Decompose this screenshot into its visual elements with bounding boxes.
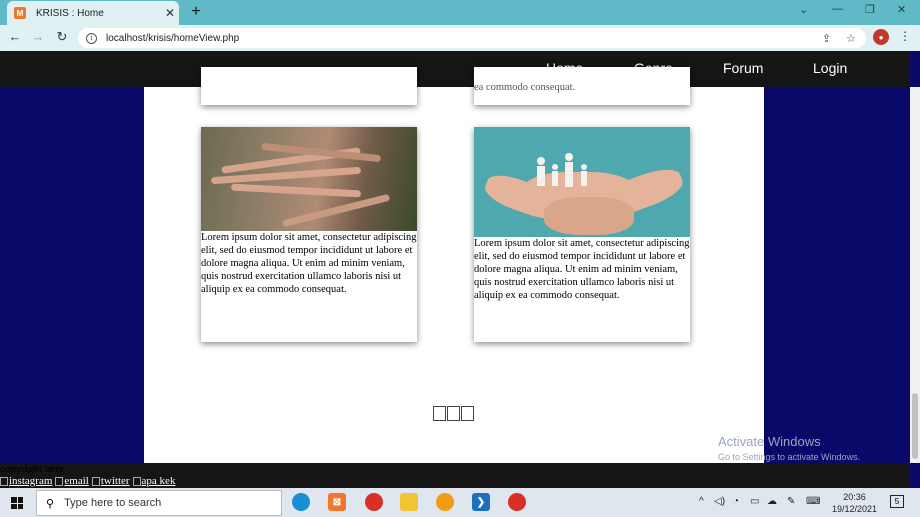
vscode-icon[interactable]: ❯	[472, 493, 490, 511]
card-image-hands[interactable]	[201, 127, 417, 231]
article-card[interactable]: Lorem ipsum dolor sit amet, consectetur …	[474, 127, 690, 342]
card-text: ea commodo consequat.	[474, 82, 576, 93]
broken-image-icon	[132, 476, 141, 486]
browser-toolbar: ← → ↻ i localhost/krisis/homeView.php ⇪ …	[0, 25, 920, 51]
pagination	[433, 406, 474, 421]
taskbar-clock[interactable]: 20:36 19/12/2021	[832, 491, 877, 515]
browser-menu-icon[interactable]: ⋮	[899, 29, 911, 43]
page-button[interactable]	[447, 406, 460, 421]
xampp-icon[interactable]: ⊠	[328, 493, 346, 511]
reload-icon[interactable]: ↻	[53, 29, 71, 45]
apa-kek-link[interactable]: apa kek	[132, 475, 175, 487]
site-footer: copyright here instagram email twitter a…	[0, 463, 910, 488]
restore-icon[interactable]: ❐	[865, 3, 875, 16]
site-navbar: Home Genre Forum Login	[0, 51, 910, 87]
browser-tab-strip: M KRISIS : Home ✕ + ⌄ — ❐ ✕	[0, 0, 920, 25]
bookmark-star-icon[interactable]: ☆	[846, 32, 856, 45]
copyright-text: copyright here	[0, 463, 64, 475]
forward-icon[interactable]: →	[29, 29, 47, 44]
onedrive-icon[interactable]: ☁	[767, 496, 777, 507]
article-card[interactable]	[201, 67, 417, 105]
windows-taskbar: ⚲ Type here to search ⊠ ❯ ^ ◁) ◔ ▭ ☁ ✎ ⌨…	[0, 488, 920, 517]
minimize-icon[interactable]: —	[832, 3, 843, 15]
keyboard-icon[interactable]: ⌨	[806, 496, 820, 507]
close-window-icon[interactable]: ✕	[897, 3, 906, 16]
watermark-title: Activate Windows	[718, 434, 821, 449]
taskbar-search-box[interactable]: ⚲ Type here to search	[36, 490, 282, 516]
tab-search-icon[interactable]: ⌄	[799, 3, 808, 16]
paper-family-icon	[537, 153, 587, 187]
xampp-favicon-icon: M	[14, 7, 26, 19]
article-card[interactable]: Lorem ipsum dolor sit amet, consectetur …	[201, 127, 417, 342]
activate-windows-watermark: Activate Windows Go to Settings to activ…	[718, 434, 860, 462]
clock-date: 19/12/2021	[832, 504, 878, 514]
card-text: Lorem ipsum dolor sit amet, consectetur …	[201, 232, 417, 295]
nav-login-link[interactable]: Login	[813, 60, 847, 76]
card-image-family[interactable]	[474, 127, 690, 237]
file-explorer-icon[interactable]	[400, 493, 418, 511]
battery-icon[interactable]: ▭	[750, 496, 759, 507]
nav-forum-link[interactable]: Forum	[723, 60, 763, 76]
site-info-icon[interactable]: i	[86, 32, 97, 44]
chrome-profile-icon[interactable]	[365, 493, 383, 511]
notification-center-icon[interactable]: 5	[890, 495, 904, 508]
pen-icon[interactable]: ✎	[787, 496, 795, 507]
search-placeholder: Type here to search	[64, 497, 162, 509]
page-viewport: Home Genre Forum Login ea commodo conseq…	[0, 51, 920, 488]
article-card[interactable]: ea commodo consequat.	[474, 67, 690, 105]
scrollbar-thumb[interactable]	[912, 393, 918, 459]
windows-start-icon[interactable]	[11, 497, 23, 509]
volume-icon[interactable]: ◁)	[714, 496, 725, 507]
instagram-link[interactable]: instagram	[0, 475, 52, 487]
address-bar[interactable]: i localhost/krisis/homeView.php ⇪ ☆	[78, 28, 866, 48]
wifi-icon[interactable]: ◔	[733, 496, 739, 507]
url-text[interactable]: localhost/krisis/homeView.php	[106, 33, 239, 44]
page-button[interactable]	[433, 406, 446, 421]
watermark-subtitle: Go to Settings to activate Windows.	[718, 452, 861, 462]
broken-image-icon	[91, 476, 100, 486]
page-button[interactable]	[461, 406, 474, 421]
back-icon[interactable]: ←	[6, 29, 24, 44]
tab-close-icon[interactable]: ✕	[161, 6, 179, 20]
card-text: Lorem ipsum dolor sit amet, consectetur …	[474, 238, 690, 301]
social-links: instagram email twitter apa kek	[0, 475, 175, 487]
page-scrollbar[interactable]	[910, 87, 920, 463]
share-icon[interactable]: ⇪	[822, 32, 831, 45]
email-link[interactable]: email	[55, 475, 89, 487]
edge-icon[interactable]	[292, 493, 310, 511]
search-icon: ⚲	[46, 497, 55, 510]
new-tab-button[interactable]: +	[188, 3, 204, 21]
broken-image-icon	[55, 476, 64, 486]
browser-tab[interactable]: M KRISIS : Home ✕	[7, 1, 179, 25]
twitter-link[interactable]: twitter	[91, 475, 130, 487]
tab-title: KRISIS : Home	[36, 7, 104, 19]
chrome-icon[interactable]	[508, 493, 526, 511]
clock-time: 20:36	[843, 492, 866, 502]
tray-chevron-icon[interactable]: ^	[699, 496, 704, 507]
broken-image-icon	[0, 476, 8, 486]
profile-avatar-icon[interactable]: ●	[873, 29, 889, 45]
cloud-app-icon[interactable]	[436, 493, 454, 511]
